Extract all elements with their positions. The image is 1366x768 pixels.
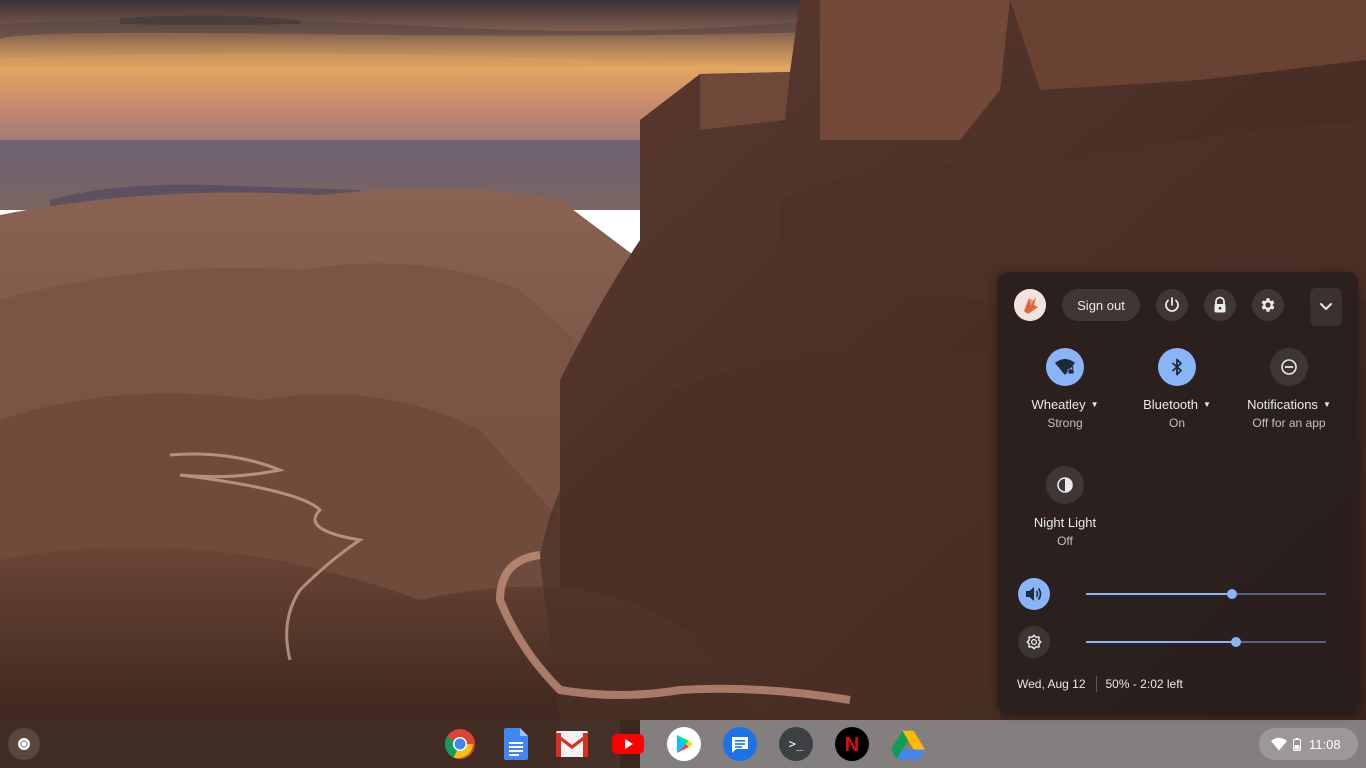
- gmail-app[interactable]: [555, 727, 589, 761]
- bluetooth-pod-label[interactable]: Bluetooth ▼: [1122, 397, 1232, 412]
- network-pod: Wheatley ▼ Strong: [1010, 348, 1120, 430]
- battery-icon: [1293, 737, 1301, 751]
- notifications-pod: Notifications ▼ Off for an app: [1234, 348, 1344, 430]
- avatar-image: [1014, 289, 1046, 321]
- chrome-icon: [445, 729, 475, 759]
- netflix-icon: N: [835, 727, 869, 761]
- volume-slider-row: [1018, 578, 1338, 610]
- sign-out-button[interactable]: Sign out: [1062, 289, 1140, 321]
- volume-slider[interactable]: [1086, 589, 1326, 599]
- network-toggle[interactable]: [1046, 348, 1084, 386]
- night-light-pod-label[interactable]: Night Light: [1010, 515, 1120, 530]
- bluetooth-toggle[interactable]: [1158, 348, 1196, 386]
- brightness-slider[interactable]: [1086, 637, 1326, 647]
- quick-settings-panel: Sign out Wheatley ▼ Strong Bluetooth ▼ O…: [998, 272, 1358, 712]
- power-icon: [1165, 297, 1179, 312]
- night-light-icon: [1057, 477, 1073, 493]
- wifi-locked-icon: [1055, 359, 1075, 375]
- network-name: Wheatley: [1031, 397, 1086, 412]
- brightness-slider-row: [1018, 626, 1338, 658]
- footer-divider: [1095, 676, 1097, 692]
- terminal-icon: >_: [779, 727, 813, 761]
- bluetooth-pod: Bluetooth ▼ On: [1122, 348, 1232, 430]
- shelf: >_ N 11:08: [0, 720, 1366, 768]
- notifications-label: Notifications: [1247, 397, 1318, 412]
- chevron-down-icon: [1320, 303, 1332, 310]
- do-not-disturb-icon: [1281, 359, 1297, 375]
- brightness-button[interactable]: [1018, 626, 1050, 658]
- night-light-pod: Night Light Off: [1010, 466, 1120, 548]
- chrome-app[interactable]: [443, 727, 477, 761]
- play-store-app[interactable]: [667, 727, 701, 761]
- volume-slider-fill: [1086, 593, 1233, 595]
- netflix-app[interactable]: N: [835, 727, 869, 761]
- docs-app[interactable]: [499, 727, 533, 761]
- quick-settings-footer: Wed, Aug 12 50% - 2:02 left: [1017, 676, 1183, 692]
- volume-icon: [1026, 587, 1042, 601]
- notifications-toggle[interactable]: [1270, 348, 1308, 386]
- bluetooth-pod-sublabel: On: [1168, 416, 1185, 430]
- volume-slider-thumb[interactable]: [1227, 589, 1238, 599]
- night-light-label: Night Light: [1033, 515, 1097, 530]
- power-button[interactable]: [1156, 289, 1188, 321]
- wifi-icon: [1271, 737, 1287, 751]
- messages-app[interactable]: [723, 727, 757, 761]
- night-light-toggle[interactable]: [1046, 466, 1084, 504]
- caret-down-icon: ▼: [1090, 400, 1099, 409]
- network-pod-sublabel: Strong: [1047, 416, 1083, 430]
- gmail-icon: [556, 731, 588, 757]
- caret-down-icon: ▼: [1203, 400, 1211, 409]
- lock-icon: [1214, 296, 1226, 313]
- clock-time: 11:08: [1309, 736, 1341, 752]
- youtube-app[interactable]: [611, 727, 645, 761]
- collapse-button[interactable]: [1310, 288, 1342, 326]
- quick-settings-top-row: Sign out: [998, 288, 1358, 326]
- settings-button[interactable]: [1252, 289, 1284, 321]
- battery-status[interactable]: 50% - 2:02 left: [1106, 677, 1183, 691]
- terminal-glyph: >_: [789, 737, 804, 751]
- gear-icon: [1261, 298, 1275, 312]
- netflix-glyph: N: [845, 734, 859, 756]
- launcher-icon: [18, 738, 30, 750]
- user-avatar[interactable]: [1014, 289, 1046, 321]
- bluetooth-icon: [1171, 358, 1182, 376]
- brightness-icon: [1026, 634, 1042, 650]
- google-drive-icon: [891, 730, 925, 760]
- terminal-app[interactable]: >_: [779, 727, 813, 761]
- play-store-icon: [667, 727, 701, 761]
- google-docs-icon: [504, 728, 528, 760]
- night-light-pod-sublabel: Off: [1057, 534, 1073, 548]
- status-tray[interactable]: 11:08: [1259, 728, 1358, 760]
- brightness-slider-thumb[interactable]: [1231, 637, 1241, 647]
- date-label[interactable]: Wed, Aug 12: [1017, 677, 1086, 691]
- network-pod-label[interactable]: Wheatley ▼: [1010, 397, 1120, 412]
- notifications-pod-label[interactable]: Notifications ▼: [1234, 397, 1344, 412]
- notifications-pod-sublabel: Off for an app: [1252, 416, 1326, 430]
- drive-app[interactable]: [891, 727, 925, 761]
- brightness-slider-fill: [1086, 641, 1236, 643]
- caret-down-icon: ▼: [1322, 400, 1331, 409]
- volume-mute-toggle[interactable]: [1018, 578, 1050, 610]
- messages-icon: [723, 727, 757, 761]
- youtube-icon: [612, 734, 644, 754]
- launcher-button[interactable]: [8, 728, 40, 760]
- bluetooth-label: Bluetooth: [1143, 397, 1198, 412]
- lock-button[interactable]: [1204, 289, 1236, 321]
